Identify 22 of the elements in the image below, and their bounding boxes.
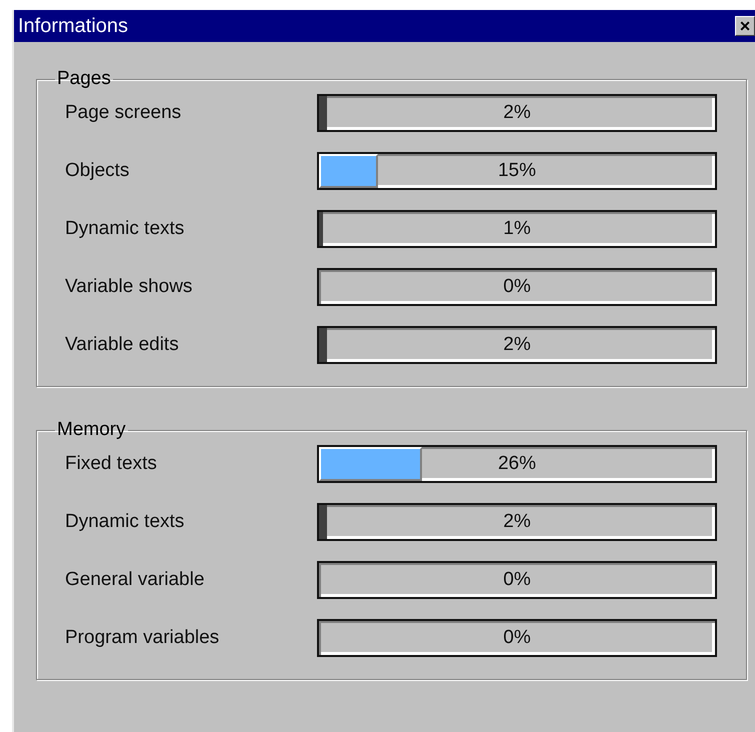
row-label: Program variables <box>65 627 220 649</box>
row-label: General variable <box>65 569 206 591</box>
row-label: Variable shows <box>65 276 194 298</box>
row-label: Dynamic texts <box>65 218 186 240</box>
progress-reading: 26% <box>498 453 536 475</box>
progress-reading: 1% <box>503 218 531 240</box>
progress-reading: 0% <box>503 627 531 649</box>
progress-reading: 0% <box>503 276 531 298</box>
close-button[interactable]: × <box>735 16 755 36</box>
row-label: Variable edits <box>65 334 180 356</box>
row-label: Dynamic texts <box>65 511 186 533</box>
row-label: Page screens <box>65 102 182 124</box>
progress-reading: 2% <box>503 334 531 356</box>
group-title: Memory <box>56 419 127 441</box>
group-title: Pages <box>56 68 112 90</box>
progress-reading: 0% <box>503 569 531 591</box>
progress-reading: 2% <box>503 102 531 124</box>
progress-reading: 2% <box>503 511 531 533</box>
row-label: Objects <box>65 160 130 182</box>
window-title: Informations <box>18 14 128 38</box>
progress-reading: 15% <box>498 160 536 182</box>
row-label: Fixed texts <box>65 453 158 475</box>
